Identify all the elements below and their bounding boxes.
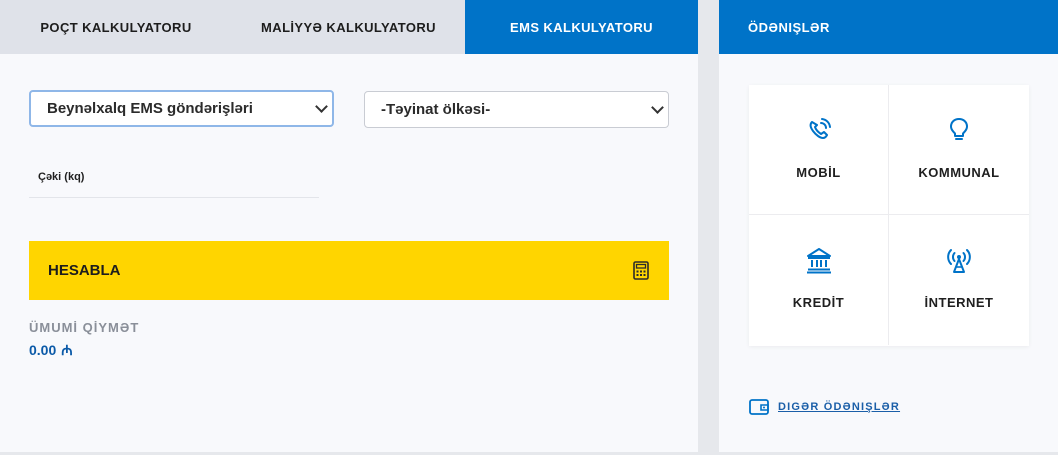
calculator-tabs: POÇT KALKULYATORU MALİYYƏ KALKULYATORU E… bbox=[0, 0, 698, 54]
calculate-label: HESABLA bbox=[48, 262, 121, 279]
payments-title: Ödənişlər bbox=[719, 0, 1058, 54]
total-price-value: 0.00 ₼ bbox=[29, 341, 78, 360]
destination-country-value: -Təyinat ölkəsi- bbox=[381, 101, 491, 118]
payment-internet[interactable]: İNTERNET bbox=[889, 215, 1029, 345]
antenna-icon bbox=[947, 249, 971, 273]
other-payments-link[interactable]: Digər ödənişlər bbox=[749, 398, 900, 416]
payment-utilities[interactable]: KOMMUNAL bbox=[889, 85, 1029, 215]
weight-label: Çəki (kq) bbox=[38, 171, 85, 183]
payments-panel: Ödənişlər MOBİL KOMMUNAL bbox=[719, 0, 1058, 452]
weight-input[interactable] bbox=[29, 197, 319, 198]
tab-ems-calculator[interactable]: EMS KALKULYATORU bbox=[465, 0, 698, 54]
payment-mobile[interactable]: MOBİL bbox=[749, 85, 889, 215]
payment-credit[interactable]: KREDİT bbox=[749, 215, 889, 345]
shipment-type-select[interactable]: Beynəlxalq EMS göndərişləri bbox=[29, 90, 334, 127]
chevron-down-icon bbox=[651, 100, 664, 114]
shipment-type-value: Beynəlxalq EMS göndərişləri bbox=[47, 100, 253, 117]
wallet-icon bbox=[749, 399, 769, 415]
destination-country-select[interactable]: -Təyinat ölkəsi- bbox=[364, 91, 669, 128]
tab-finance-calculator[interactable]: MALİYYƏ KALKULYATORU bbox=[232, 0, 465, 54]
calculator-panel: POÇT KALKULYATORU MALİYYƏ KALKULYATORU E… bbox=[0, 0, 698, 452]
lightbulb-icon bbox=[950, 118, 968, 140]
calculate-button[interactable]: HESABLA bbox=[29, 241, 669, 300]
total-price-label: ÜMUMİ QİYMƏT bbox=[29, 320, 140, 335]
calculator-icon bbox=[633, 261, 649, 280]
payments-title-text: Ödənişlər bbox=[748, 19, 830, 35]
chevron-down-icon bbox=[315, 99, 328, 113]
bank-icon bbox=[806, 248, 831, 274]
payment-credit-label: KREDİT bbox=[792, 295, 845, 310]
payment-internet-label: İNTERNET bbox=[924, 295, 994, 310]
payment-mobile-label: MOBİL bbox=[796, 165, 841, 180]
currency-symbol: ₼ bbox=[61, 342, 73, 358]
payment-utilities-label: KOMMUNAL bbox=[918, 165, 1000, 180]
phone-icon bbox=[809, 118, 831, 139]
total-amount: 0.00 bbox=[29, 342, 57, 358]
other-payments-label: Digər ödənişlər bbox=[778, 401, 901, 413]
tab-post-calculator[interactable]: POÇT KALKULYATORU bbox=[0, 0, 232, 54]
payments-grid: MOBİL KOMMUNAL KREDİT İNTERNET bbox=[749, 85, 1029, 346]
